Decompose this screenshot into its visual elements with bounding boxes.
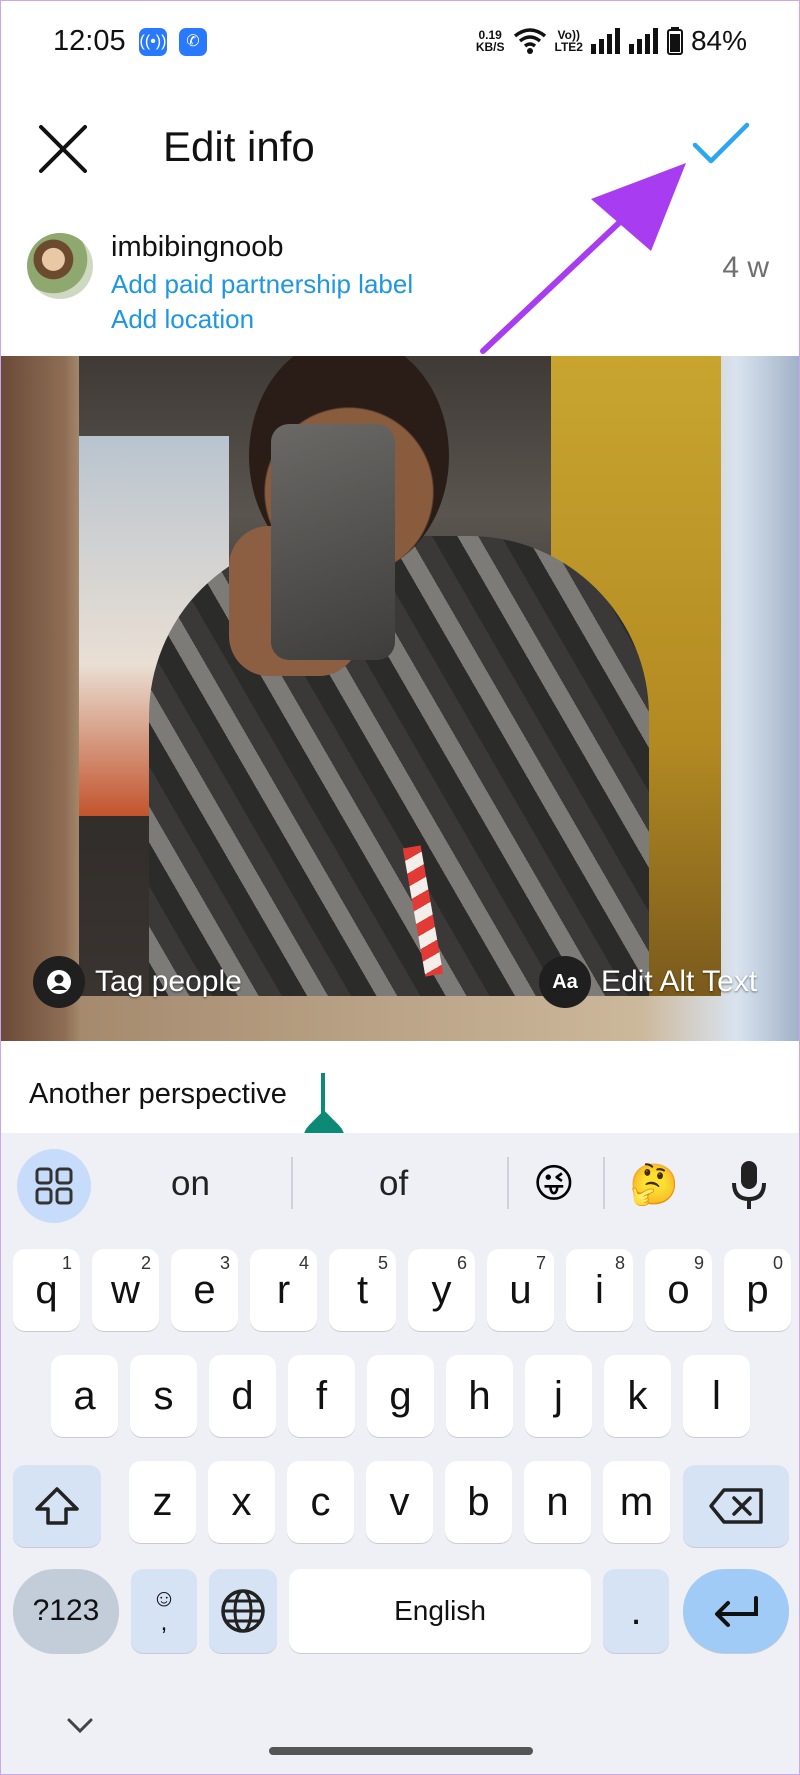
- key-l[interactable]: l: [683, 1355, 750, 1437]
- page-title: Edit info: [163, 123, 315, 170]
- signal-icon-2: [628, 28, 658, 54]
- key-y[interactable]: y6: [408, 1249, 475, 1331]
- status-right: 0.19 KB/S Vo)) LTE2 84%: [476, 25, 747, 57]
- key-o[interactable]: o9: [645, 1249, 712, 1331]
- call-icon: ✆: [179, 28, 207, 56]
- key-e[interactable]: e3: [171, 1249, 238, 1331]
- status-bar: 12:05 ((•)) ✆ 0.19 KB/S Vo)) LTE2 84%: [1, 1, 799, 89]
- suggestion-divider: [507, 1157, 509, 1209]
- key-s[interactable]: s: [130, 1355, 197, 1437]
- signal-icon: [590, 28, 620, 54]
- symbols-key[interactable]: ?123: [13, 1569, 119, 1653]
- text-aa-icon: Aa: [539, 956, 591, 1008]
- key-w[interactable]: w2: [92, 1249, 159, 1331]
- screen: { "status_bar": { "time": "12:05", "net_…: [0, 0, 800, 1775]
- volte-icon: Vo)) LTE2: [554, 28, 583, 54]
- home-indicator[interactable]: [269, 1747, 533, 1755]
- wifi-icon: [513, 28, 546, 54]
- enter-arrow-icon: [715, 1596, 758, 1627]
- suggestion-divider: [603, 1157, 605, 1209]
- key-f[interactable]: f: [288, 1355, 355, 1437]
- avatar[interactable]: [27, 233, 93, 299]
- post-age: 4 w: [722, 251, 769, 284]
- key-r[interactable]: r4: [250, 1249, 317, 1331]
- annotation-arrow-icon: [480, 163, 686, 354]
- space-key[interactable]: English: [289, 1569, 591, 1653]
- key-n[interactable]: n: [524, 1461, 591, 1543]
- keyboard-menu-grid-icon[interactable]: [17, 1149, 91, 1223]
- status-time: 12:05: [53, 25, 126, 57]
- battery-percent: 84%: [690, 25, 747, 56]
- emoji-comma-key[interactable]: ☺ ,: [131, 1569, 197, 1653]
- suggestion-1[interactable]: on: [171, 1164, 210, 1204]
- battery-icon: [666, 27, 683, 55]
- key-i[interactable]: i8: [566, 1249, 633, 1331]
- add-paid-partnership-link[interactable]: Add paid partnership label: [111, 269, 413, 300]
- username: imbibingnoob: [111, 231, 284, 263]
- emoji-icon: ☺: [151, 1585, 177, 1612]
- key-p[interactable]: p0: [724, 1249, 791, 1331]
- hotspot-icon: ((•)): [139, 28, 167, 56]
- key-v[interactable]: v: [366, 1461, 433, 1543]
- key-g[interactable]: g: [367, 1355, 434, 1437]
- tag-people-button[interactable]: Tag people: [33, 956, 242, 1008]
- post-image-area: [1, 356, 799, 1041]
- network-speed: 0.19 KB/S: [475, 28, 505, 54]
- keyboard: [1, 1133, 799, 1774]
- tag-people-label: Tag people: [95, 965, 242, 998]
- key-b[interactable]: b: [445, 1461, 512, 1543]
- key-u[interactable]: u7: [487, 1249, 554, 1331]
- key-z[interactable]: z: [129, 1461, 196, 1543]
- post-image: [79, 356, 721, 996]
- caption-text[interactable]: Another perspective: [29, 1078, 287, 1111]
- backspace-key[interactable]: [683, 1465, 789, 1547]
- close-icon[interactable]: [37, 123, 89, 175]
- key-a[interactable]: a: [51, 1355, 118, 1437]
- shift-key[interactable]: [13, 1465, 101, 1547]
- language-key[interactable]: [209, 1569, 277, 1653]
- key-x[interactable]: x: [208, 1461, 275, 1543]
- key-c[interactable]: c: [287, 1461, 354, 1543]
- key-j[interactable]: j: [525, 1355, 592, 1437]
- emoji-suggestion-wink[interactable]: 😜: [533, 1161, 575, 1207]
- key-h[interactable]: h: [446, 1355, 513, 1437]
- emoji-suggestion-thinking[interactable]: 🤔: [629, 1161, 679, 1208]
- suggestion-divider: [291, 1157, 293, 1209]
- period-key[interactable]: .: [603, 1569, 669, 1653]
- key-t[interactable]: t5: [329, 1249, 396, 1331]
- add-location-link[interactable]: Add location: [111, 304, 254, 335]
- person-icon: [33, 956, 85, 1008]
- suggestion-2[interactable]: of: [379, 1164, 408, 1204]
- edit-alt-text-label: Edit Alt Text: [601, 965, 758, 998]
- enter-key[interactable]: [683, 1569, 789, 1653]
- chevron-down-icon[interactable]: [65, 1713, 95, 1737]
- key-m[interactable]: m: [603, 1461, 670, 1543]
- key-d[interactable]: d: [209, 1355, 276, 1437]
- edit-alt-text-button[interactable]: Aa Edit Alt Text: [539, 956, 757, 1008]
- microphone-icon[interactable]: [729, 1159, 769, 1211]
- key-q[interactable]: q1: [13, 1249, 80, 1331]
- key-k[interactable]: k: [604, 1355, 671, 1437]
- globe-icon: [221, 1589, 265, 1633]
